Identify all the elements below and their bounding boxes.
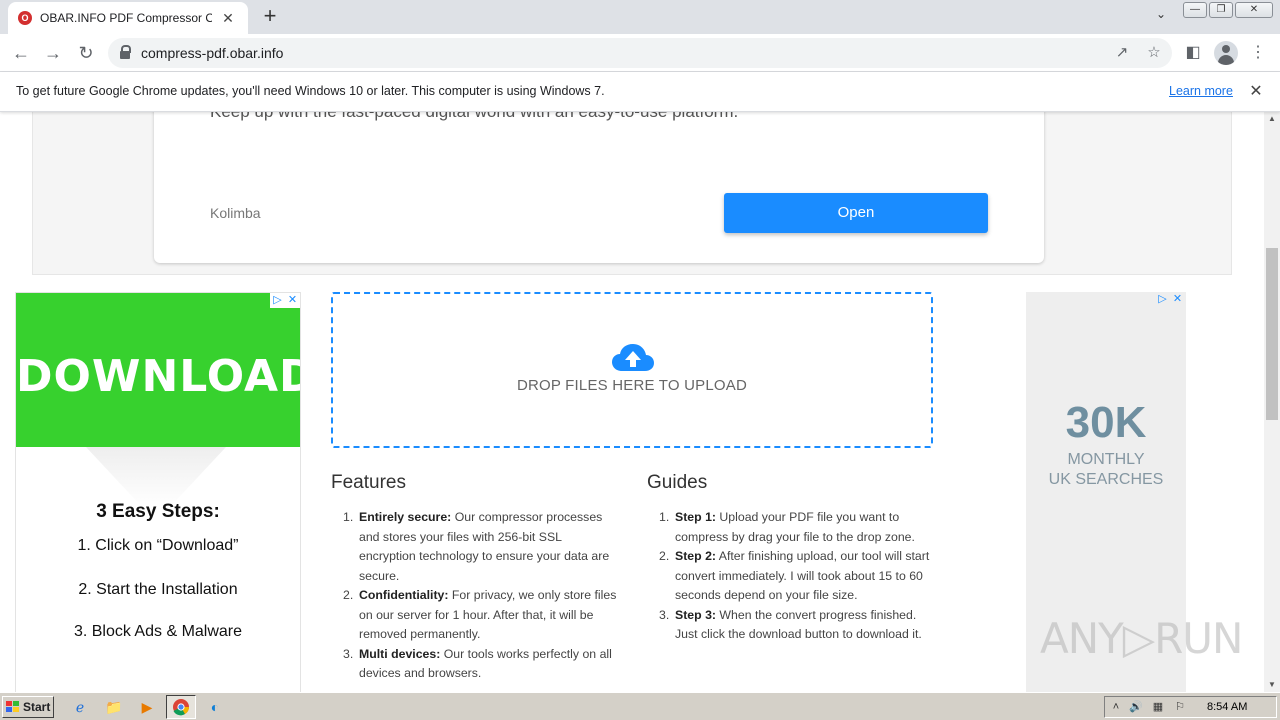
left-ad-step: 3. Block Ads & Malware (73, 623, 243, 640)
new-tab-button[interactable]: + (258, 5, 282, 29)
address-bar[interactable]: compress-pdf.obar.info ↗ ☆ (108, 38, 1172, 68)
side-panel-icon[interactable]: ◧ (1180, 40, 1206, 66)
browser-tab[interactable]: O OBAR.INFO PDF Compressor Online ✕ (8, 2, 248, 34)
features-list: 1. Entirely secure: Our compressor proces… (331, 508, 617, 684)
windows-logo-icon (6, 701, 20, 713)
adchoices-icon[interactable]: ▷ (270, 293, 285, 308)
top-ad-card[interactable]: Keep up with the fast-paced digital worl… (154, 112, 1044, 263)
file-drop-zone[interactable]: DROP FILES HERE TO UPLOAD (331, 292, 933, 448)
page-scrollbar[interactable]: ▲ ▼ (1264, 112, 1280, 692)
guides-title: Guides (647, 472, 708, 493)
tab-search-chevron-icon[interactable]: ⌄ (1150, 7, 1172, 27)
guides-list: 1. Step 1: Upload your PDF file you want … (647, 508, 937, 645)
list-item: 2. Confidentiality: For privacy, we only … (343, 588, 617, 641)
restore-button[interactable]: ❐ (1209, 2, 1233, 18)
list-item: 2. Step 2: After finishing upload, our to… (659, 549, 930, 602)
list-item: 3. Multi devices: Our tools works perfect… (343, 646, 612, 681)
system-tray: ˄ 🔊 ▦ ⚐ 8:54 AM (1104, 696, 1277, 718)
left-ad-step: 2. Start the Installation (78, 581, 238, 598)
features-title: Features (331, 472, 406, 493)
ad-open-button[interactable]: Open (724, 193, 988, 233)
file-explorer-icon[interactable]: 📁 (104, 697, 124, 717)
ad-brand: Kolimba (210, 205, 261, 221)
action-center-flag-icon[interactable]: ⚐ (1173, 700, 1187, 714)
bookmark-star-icon[interactable]: ☆ (1143, 42, 1165, 64)
update-infobar: To get future Google Chrome updates, you… (0, 72, 1280, 112)
url-text[interactable]: compress-pdf.obar.info (141, 45, 283, 61)
chrome-icon (173, 699, 190, 716)
back-arrow-icon[interactable]: ← (8, 40, 34, 66)
scroll-down-arrow-icon[interactable]: ▼ (1264, 678, 1280, 692)
profile-avatar-icon[interactable] (1214, 41, 1238, 65)
lock-icon[interactable] (120, 45, 131, 59)
left-ad-step: 1. Click on “Download” (77, 537, 239, 554)
edge-icon[interactable]: ◐ (205, 697, 225, 717)
close-window-button[interactable]: ✕ (1235, 2, 1273, 18)
left-ad-arrow (86, 447, 226, 507)
page-content: Keep up with the fast-paced digital worl… (0, 112, 1264, 692)
left-ad[interactable]: DOWNLOAD 3 Easy Steps: 1. Click on “Down… (15, 292, 301, 692)
list-item: 1. Entirely secure: Our compressor proces… (343, 510, 610, 583)
adchoices-icon[interactable]: ▷ (1155, 292, 1170, 307)
scroll-up-arrow-icon[interactable]: ▲ (1264, 112, 1280, 126)
scroll-thumb[interactable] (1266, 248, 1278, 420)
menu-kebab-icon[interactable]: ⋮ (1245, 40, 1271, 66)
left-ad-headline: DOWNLOAD (16, 351, 301, 402)
right-ad-line: UK SEARCHES (1048, 471, 1164, 488)
network-icon[interactable]: ▦ (1151, 700, 1165, 714)
media-player-icon[interactable]: ▶ (137, 697, 157, 717)
ad-tagline: Keep up with the fast-paced digital worl… (210, 112, 738, 122)
infobar-message: To get future Google Chrome updates, you… (16, 84, 605, 98)
chrome-task-button[interactable] (166, 695, 196, 719)
left-ad-heading: 3 Easy Steps: (96, 501, 220, 522)
share-icon[interactable]: ↗ (1111, 42, 1133, 64)
drop-zone-text: DROP FILES HERE TO UPLOAD (516, 377, 748, 394)
list-item: 1. Step 1: Upload your PDF file you want … (659, 510, 915, 544)
start-label: Start (23, 700, 51, 714)
volume-icon[interactable]: 🔊 (1129, 700, 1143, 714)
anyrun-watermark: ANY▷RUN (1040, 614, 1243, 663)
forward-arrow-icon[interactable]: → (40, 40, 66, 66)
reload-icon[interactable]: ↻ (73, 40, 99, 66)
learn-more-link[interactable]: Learn more (1169, 84, 1233, 98)
windows-taskbar: Start ℯ 📁 ▶ ◐ ˄ 🔊 ▦ ⚐ 8:54 AM (0, 692, 1280, 720)
start-button[interactable]: Start (2, 696, 54, 718)
list-item: 3. Step 3: When the convert progress fini… (659, 607, 922, 642)
close-infobar-icon[interactable]: ✕ (1246, 81, 1266, 101)
tray-expand-icon[interactable]: ˄ (1109, 700, 1123, 714)
tab-title: OBAR.INFO PDF Compressor Online (40, 11, 212, 25)
close-tab-icon[interactable]: ✕ (220, 10, 236, 27)
ad-close-icon[interactable]: ✕ (285, 293, 300, 308)
right-ad-number: 30K (1065, 398, 1147, 447)
opera-favicon-icon: O (18, 11, 32, 25)
minimize-button[interactable]: — (1183, 2, 1207, 18)
right-ad-line: MONTHLY (1067, 451, 1145, 468)
internet-explorer-icon[interactable]: ℯ (70, 697, 90, 717)
cloud-upload-icon (612, 344, 654, 371)
browser-toolbar: ← → ↻ compress-pdf.obar.info ↗ ☆ ◧ ⋮ (0, 34, 1280, 72)
tab-strip: O OBAR.INFO PDF Compressor Online ✕ + ⌄ … (0, 0, 1280, 34)
ad-close-icon[interactable]: ✕ (1170, 292, 1185, 307)
clock[interactable]: 8:54 AM (1207, 701, 1247, 713)
